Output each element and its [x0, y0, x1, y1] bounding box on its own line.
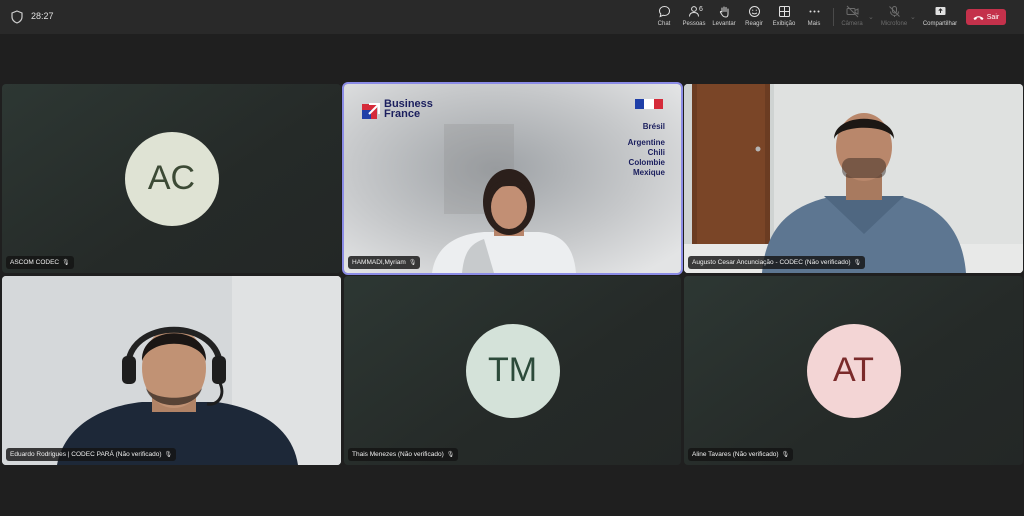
participant-avatar: AT — [806, 323, 901, 418]
more-button[interactable]: Mais — [797, 5, 831, 31]
people-label: Pessoas — [682, 21, 706, 27]
participant-name: ASCOM CODEC — [10, 259, 60, 266]
chat-label: Chat — [657, 21, 671, 27]
leave-label: Sair — [986, 13, 1000, 21]
more-icon — [809, 10, 819, 13]
share-button[interactable]: Compartilhar — [923, 5, 957, 31]
participant-tile[interactable]: AC ASCOM CODEC 🎙 — [2, 84, 341, 273]
camera-options-chevron-icon[interactable]: ⌄ — [868, 13, 874, 21]
country-main: Brésil — [642, 122, 665, 131]
react-button[interactable]: Reagir — [737, 5, 771, 31]
share-icon — [935, 7, 945, 15]
chat-icon — [658, 5, 670, 18]
participant-video-tile[interactable]: Augusto Cesar Ancunciação - CODEC (Não v… — [684, 84, 1023, 273]
raise-hand-label: Levantar — [712, 21, 736, 27]
people-button[interactable]: 6 Pessoas — [677, 5, 711, 31]
mic-icon: 🎙 — [62, 260, 70, 266]
participant-tile[interactable]: TM Thais Menezes (Não verificado) 🎙 — [344, 276, 681, 465]
meeting-toolbar: 28:27 Chat 6 Pessoas Levantar Reagir Exi… — [0, 0, 1024, 34]
participant-name: Augusto Cesar Ancunciação - CODEC (Não v… — [692, 259, 851, 266]
toolbar-divider — [833, 8, 834, 26]
country-item: Mexique — [632, 168, 665, 177]
more-label: Mais — [807, 21, 821, 27]
raise-hand-icon — [719, 6, 728, 18]
participant-name-label: ASCOM CODEC 🎙 — [6, 256, 74, 269]
mic-off-icon — [888, 6, 900, 17]
participant-name: Thais Menezes (Não verificado) — [352, 451, 444, 458]
mic-icon: 🎙 — [446, 452, 455, 458]
participant-name-label: HAMMADI,Myriam 🎙 — [348, 256, 421, 269]
participant-name-label: Eduardo Rodrigues | CODEC PARÁ (Não veri… — [6, 448, 177, 461]
country-item: Chili — [647, 148, 665, 157]
mic-icon: 🎙 — [781, 452, 790, 458]
meeting-timer: 28:27 — [31, 11, 54, 21]
view-label: Exibição — [772, 21, 796, 27]
participant-name-label: Thais Menezes (Não verificado) 🎙 — [348, 448, 459, 461]
mic-icon: 🎙 — [853, 260, 862, 266]
camera-label: Câmera — [841, 21, 863, 27]
france-flag-icon — [635, 99, 663, 109]
participant-video-tile[interactable]: Business France Brésil Argentine Chili C… — [342, 82, 683, 275]
participant-name: Eduardo Rodrigues | CODEC PARÁ (Não veri… — [10, 451, 162, 458]
mic-icon: 🎙 — [164, 452, 173, 458]
microphone-label: Microfone — [880, 21, 908, 27]
participant-name: Aline Tavares (Não verificado) — [692, 451, 779, 458]
share-label: Compartilhar — [922, 21, 958, 27]
business-france-wordmark: Business France — [384, 99, 433, 120]
participant-name-label: Aline Tavares (Não verificado) 🎙 — [688, 448, 794, 461]
business-france-logo — [362, 103, 380, 119]
participant-video — [684, 84, 1023, 273]
people-count: 6 — [699, 6, 703, 13]
participant-video-tile[interactable]: Eduardo Rodrigues | CODEC PARÁ (Não veri… — [2, 276, 341, 465]
shield-icon — [11, 10, 23, 24]
mic-icon: 🎙 — [408, 260, 417, 266]
microphone-button[interactable]: Microfone — [877, 5, 911, 31]
view-icon — [778, 6, 790, 17]
brand-line-2: France — [384, 108, 421, 120]
react-label: Reagir — [745, 21, 763, 27]
country-list: Brésil Argentine Chili Colombie Mexique — [628, 122, 665, 178]
participant-video — [2, 276, 341, 465]
view-button[interactable]: Exibição — [767, 5, 801, 31]
country-item: Colombie — [628, 158, 665, 167]
camera-off-icon — [846, 5, 858, 18]
microphone-options-chevron-icon[interactable]: ⌄ — [910, 13, 916, 21]
chat-button[interactable]: Chat — [647, 5, 681, 31]
camera-button[interactable]: Câmera — [835, 5, 869, 31]
country-item: Argentine — [627, 138, 665, 147]
hang-up-icon — [973, 15, 984, 20]
participant-avatar: TM — [465, 323, 560, 418]
raise-hand-button[interactable]: Levantar — [707, 5, 741, 31]
participant-name: HAMMADI,Myriam — [352, 259, 406, 266]
participant-tile[interactable]: AT Aline Tavares (Não verificado) 🎙 — [684, 276, 1023, 465]
participant-name-label: Augusto Cesar Ancunciação - CODEC (Não v… — [688, 256, 866, 269]
react-icon — [748, 6, 760, 17]
participant-avatar: AC — [124, 131, 219, 226]
leave-button[interactable]: Sair — [966, 9, 1006, 25]
